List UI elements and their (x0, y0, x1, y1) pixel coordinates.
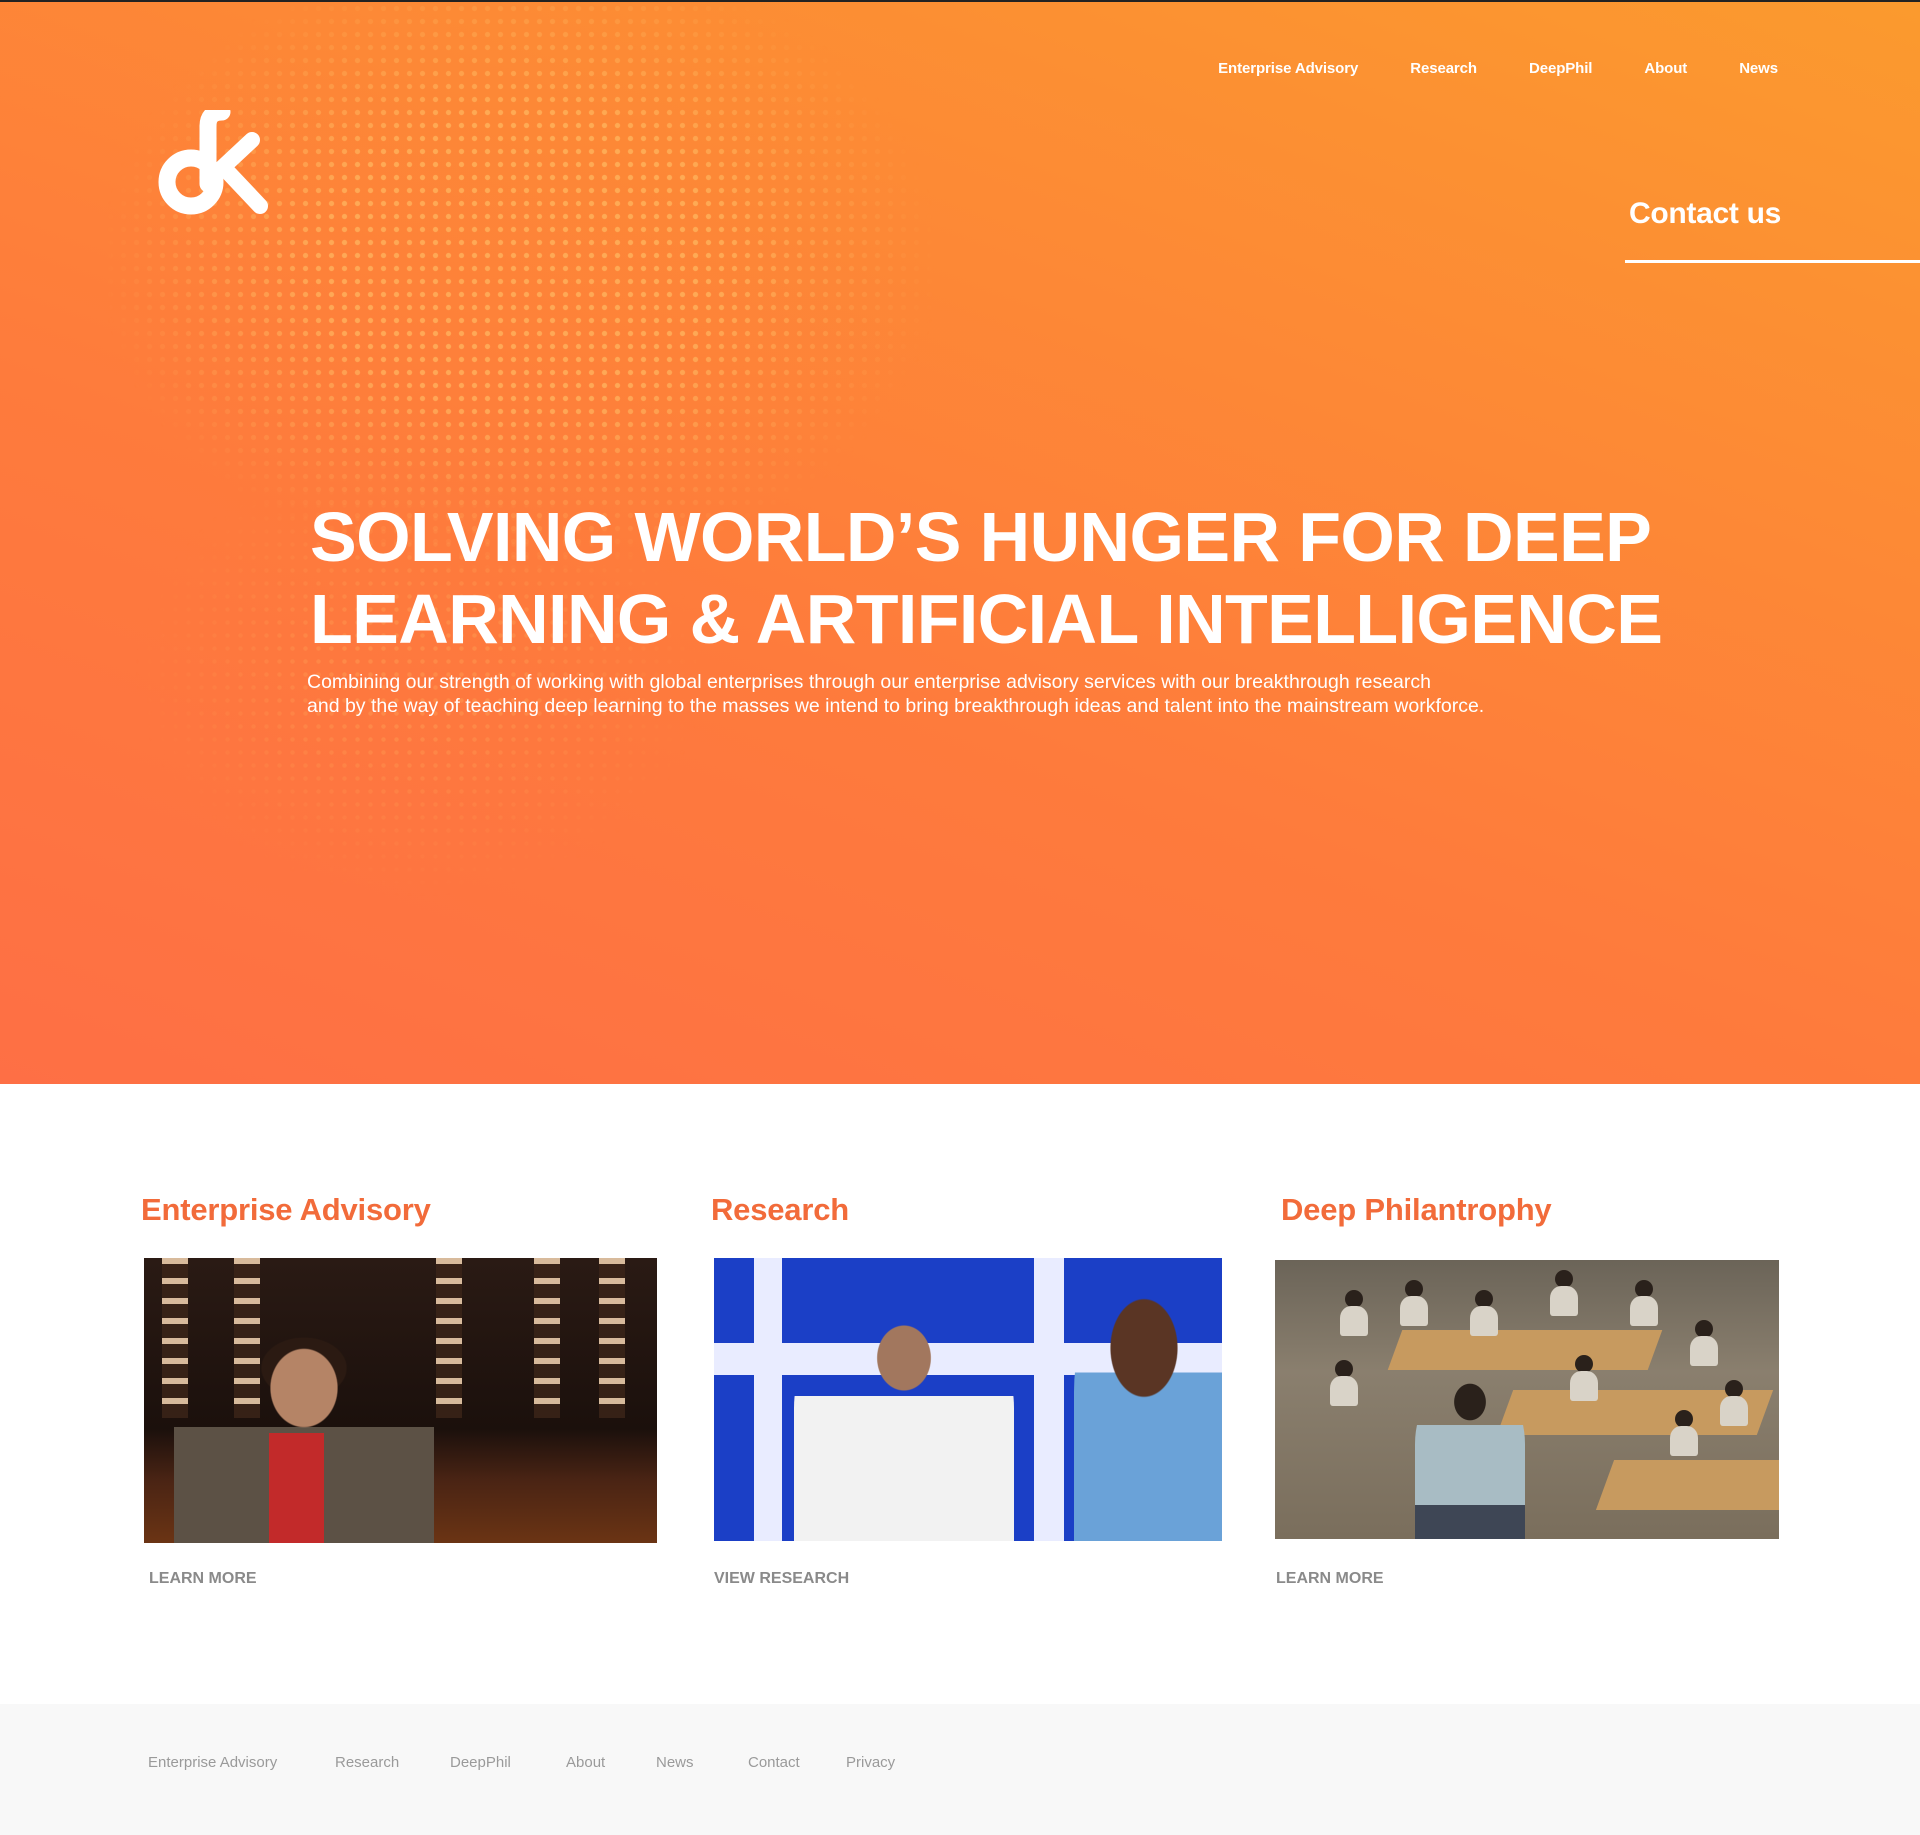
hero-headline: SOLVING WORLD’S HUNGER FOR DEEP LEARNING… (310, 496, 1710, 660)
footer-link-deepphil[interactable]: DeepPhil (450, 1754, 511, 1771)
nav-research[interactable]: Research (1410, 60, 1477, 77)
teacher-figure (1415, 1380, 1525, 1539)
footer-link-contact[interactable]: Contact (748, 1754, 800, 1771)
footer: Enterprise Advisory Research DeepPhil Ab… (0, 1704, 1920, 1835)
footer-link-news[interactable]: News (656, 1754, 694, 1771)
nav-deepphil[interactable]: DeepPhil (1529, 60, 1592, 77)
contact-us-button[interactable]: Contact us (1625, 197, 1920, 263)
hero-subtitle-line1: Combining our strength of working with g… (307, 671, 1431, 693)
deep-philantrophy-image[interactable] (1275, 1260, 1779, 1539)
service-title: Deep Philantrophy (1281, 1192, 1552, 1227)
hero-subtitle: Combining our strength of working with g… (307, 670, 1607, 718)
researcher-figure (794, 1298, 1014, 1541)
deep-philantrophy-learn-more-link[interactable]: LEARN MORE (1276, 1570, 1384, 1588)
hero-section: Enterprise Advisory Research DeepPhil Ab… (0, 0, 1920, 1084)
service-card-deep-philantrophy: Deep Philantrophy LEARN MORE (1275, 1192, 1779, 1587)
nav-about[interactable]: About (1644, 60, 1687, 77)
hero-headline-line2: LEARNING & ARTIFICIAL INTELLIGENCE (310, 580, 1663, 658)
hero-headline-line1: SOLVING WORLD’S HUNGER FOR DEEP (310, 498, 1652, 576)
nav-news[interactable]: News (1739, 60, 1778, 77)
service-card-enterprise-advisory: Enterprise Advisory LEARN MORE (141, 1192, 657, 1587)
services-section: Enterprise Advisory LEARN MORE Research … (0, 1084, 1920, 1704)
service-title: Research (711, 1192, 849, 1227)
footer-link-about[interactable]: About (566, 1754, 605, 1771)
footer-link-enterprise-advisory[interactable]: Enterprise Advisory (148, 1754, 277, 1771)
nav-enterprise-advisory[interactable]: Enterprise Advisory (1218, 60, 1358, 77)
view-research-link[interactable]: VIEW RESEARCH (714, 1570, 849, 1588)
interviewer-figure (1074, 1268, 1222, 1541)
dk-logo-icon[interactable] (156, 110, 276, 220)
hero-subtitle-line2: and by the way of teaching deep learning… (307, 695, 1485, 717)
research-image[interactable] (714, 1258, 1222, 1541)
enterprise-advisory-image[interactable] (144, 1258, 657, 1543)
service-title: Enterprise Advisory (141, 1192, 431, 1227)
footer-link-privacy[interactable]: Privacy (846, 1754, 895, 1771)
top-navigation: Enterprise Advisory Research DeepPhil Ab… (1218, 60, 1778, 77)
service-card-research: Research VIEW RESEARCH (711, 1192, 1222, 1587)
footer-link-research[interactable]: Research (335, 1754, 399, 1771)
enterprise-learn-more-link[interactable]: LEARN MORE (149, 1570, 257, 1588)
